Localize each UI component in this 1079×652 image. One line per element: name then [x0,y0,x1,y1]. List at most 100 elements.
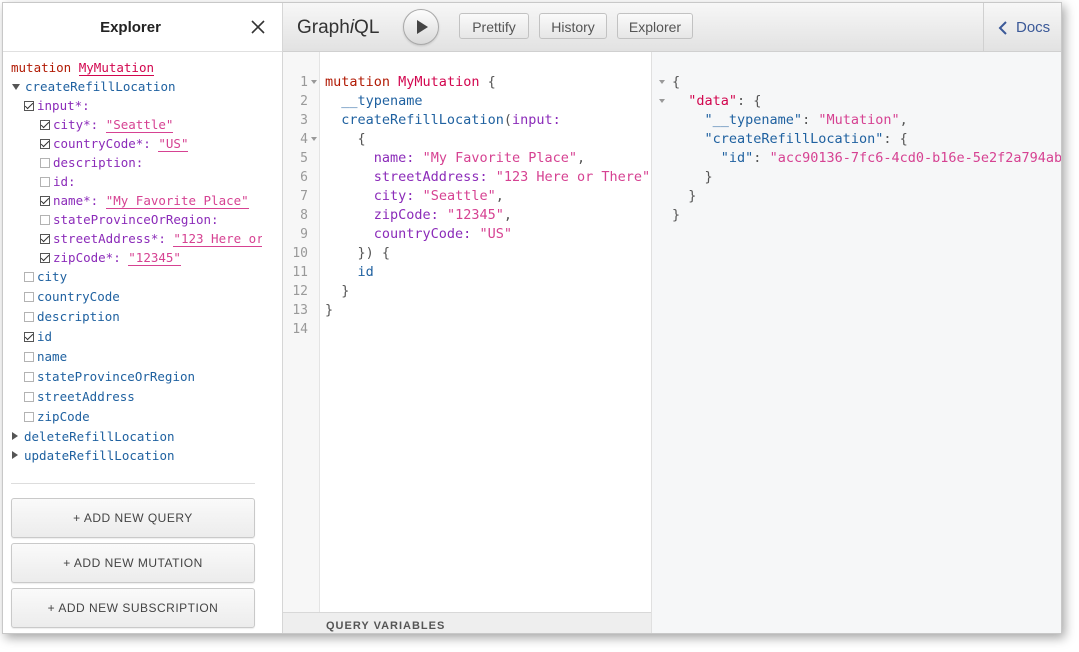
code-line: streetAddress: "123 Here or There", [373,169,659,185]
checkbox-icon[interactable] [40,139,50,149]
checkbox-icon[interactable] [40,253,50,263]
input-field-id[interactable]: id: [40,172,76,191]
toolbar: GraphiQL Prettify History Explorer Docs [283,3,1061,52]
fold-arrow-icon[interactable] [311,137,317,141]
checkbox-icon[interactable] [40,177,50,187]
fold-arrow-icon[interactable] [659,99,665,103]
operation-name-input[interactable]: MyMutation [78,60,155,76]
close-icon[interactable] [250,19,266,35]
line-number: 3 [300,113,308,128]
line-number-gutter: 1 2 3 4 5 6 7 8 9 10 11 12 13 14 [283,52,320,612]
fold-arrow-icon[interactable] [659,80,665,84]
result-line: } [704,169,713,185]
line-number: 8 [300,208,308,223]
field-label: countryCode [37,289,120,304]
line-number: 7 [300,189,308,204]
input-field-name[interactable]: name*: "My Favorite Place" [40,191,249,210]
output-field-name[interactable]: name [24,347,67,366]
operation-header[interactable]: mutation MyMutation [11,58,155,77]
checkbox-icon[interactable] [40,196,50,206]
output-field-stateProvinceOrRegion[interactable]: stateProvinceOrRegion [24,367,195,386]
result-line: { [672,74,681,90]
input-value[interactable]: "12345" [128,250,181,266]
docs-button[interactable]: Docs [983,3,1061,51]
checkbox-icon[interactable] [40,158,50,168]
result-line: } [688,188,697,204]
tree-item-createRefillLocation[interactable]: createRefillLocation [12,77,176,96]
result-line: } [672,207,681,223]
line-number: 13 [292,303,308,318]
input-label: city*: [53,117,99,132]
add-new-mutation-button[interactable]: + ADD NEW MUTATION [11,543,255,583]
checkbox-icon[interactable] [24,312,34,322]
line-number: 11 [292,265,308,280]
explorer-button[interactable]: Explorer [617,13,693,39]
caret-right-icon[interactable] [12,451,18,459]
query-editor[interactable]: 1 2 3 4 5 6 7 8 9 10 11 12 13 14 mutatio… [283,52,658,633]
line-number: 9 [300,227,308,242]
output-field-countryCode[interactable]: countryCode [24,287,120,306]
explorer-panel: Explorer mutation MyMutation createRefil… [3,3,283,633]
checkbox-icon[interactable] [24,392,34,402]
code-line: id [357,264,374,280]
code-line: createRefillLocation(input: [341,112,561,128]
field-label: deleteRefillLocation [24,429,175,444]
input-label: name*: [53,193,99,208]
checkbox-icon[interactable] [40,234,50,244]
checkbox-icon[interactable] [24,272,34,282]
query-variables-label[interactable]: QUERY VARIABLES [326,620,445,632]
input-field-description[interactable]: description: [40,153,143,172]
checkbox-icon[interactable] [24,412,34,422]
code-line: zipCode: "12345", [373,207,512,223]
checkbox-icon[interactable] [24,292,34,302]
line-number: 5 [300,151,308,166]
field-label: updateRefillLocation [24,448,175,463]
checkbox-icon[interactable] [40,120,50,130]
input-field-streetAddress[interactable]: streetAddress*: "123 Here or [40,229,262,248]
input-value[interactable]: "US" [158,136,189,152]
result-line: "createRefillLocation": { [704,131,908,147]
chevron-left-icon [998,21,1007,35]
input-field-zipCode[interactable]: zipCode*: "12345" [40,248,181,267]
line-number: 14 [292,322,308,337]
line-number: 4 [300,132,308,147]
output-field-zipCode[interactable]: zipCode [24,407,90,426]
input-value[interactable]: "123 Here or [173,231,262,247]
input-value[interactable]: "My Favorite Place" [105,193,249,209]
checkbox-icon[interactable] [24,101,34,111]
code-line: } [325,302,334,318]
code-line: }) { [357,245,391,261]
checkbox-icon[interactable] [24,372,34,382]
tree-item-updateRefillLocation[interactable]: updateRefillLocation [12,446,175,465]
input-field-stateProvinceOrRegion[interactable]: stateProvinceOrRegion: [40,210,219,229]
caret-right-icon[interactable] [12,432,18,440]
explorer-title: Explorer [100,19,161,36]
prettify-button[interactable]: Prettify [459,13,529,39]
field-label: city [37,269,68,284]
checkbox-icon[interactable] [24,332,34,342]
output-field-city[interactable]: city [24,267,67,286]
tree-item-input-arg[interactable]: input*: [24,96,90,115]
tree-item-deleteRefillLocation[interactable]: deleteRefillLocation [12,427,175,446]
output-field-description[interactable]: description [24,307,120,326]
history-button[interactable]: History [539,13,607,39]
input-label: description: [53,155,144,170]
output-field-streetAddress[interactable]: streetAddress [24,387,135,406]
execute-query-button[interactable] [403,9,439,45]
input-field-city[interactable]: city*: "Seattle" [40,115,174,134]
input-field-countryCode[interactable]: countryCode*: "US" [40,134,189,153]
add-new-subscription-button[interactable]: + ADD NEW SUBSCRIPTION [11,588,255,628]
checkbox-icon[interactable] [24,352,34,362]
code-line: __typename [341,93,423,109]
output-field-id[interactable]: id [24,327,52,346]
arg-label: input*: [37,98,90,113]
add-new-query-button[interactable]: + ADD NEW QUERY [11,498,255,538]
checkbox-icon[interactable] [40,215,50,225]
code-line: name: "My Favorite Place", [373,150,586,166]
field-label: streetAddress [37,389,135,404]
input-value[interactable]: "Seattle" [105,117,174,133]
caret-down-icon[interactable] [12,84,20,90]
fold-arrow-icon[interactable] [311,80,317,84]
query-variables-bar[interactable]: QUERY VARIABLES [283,612,651,633]
line-number: 2 [300,94,308,109]
